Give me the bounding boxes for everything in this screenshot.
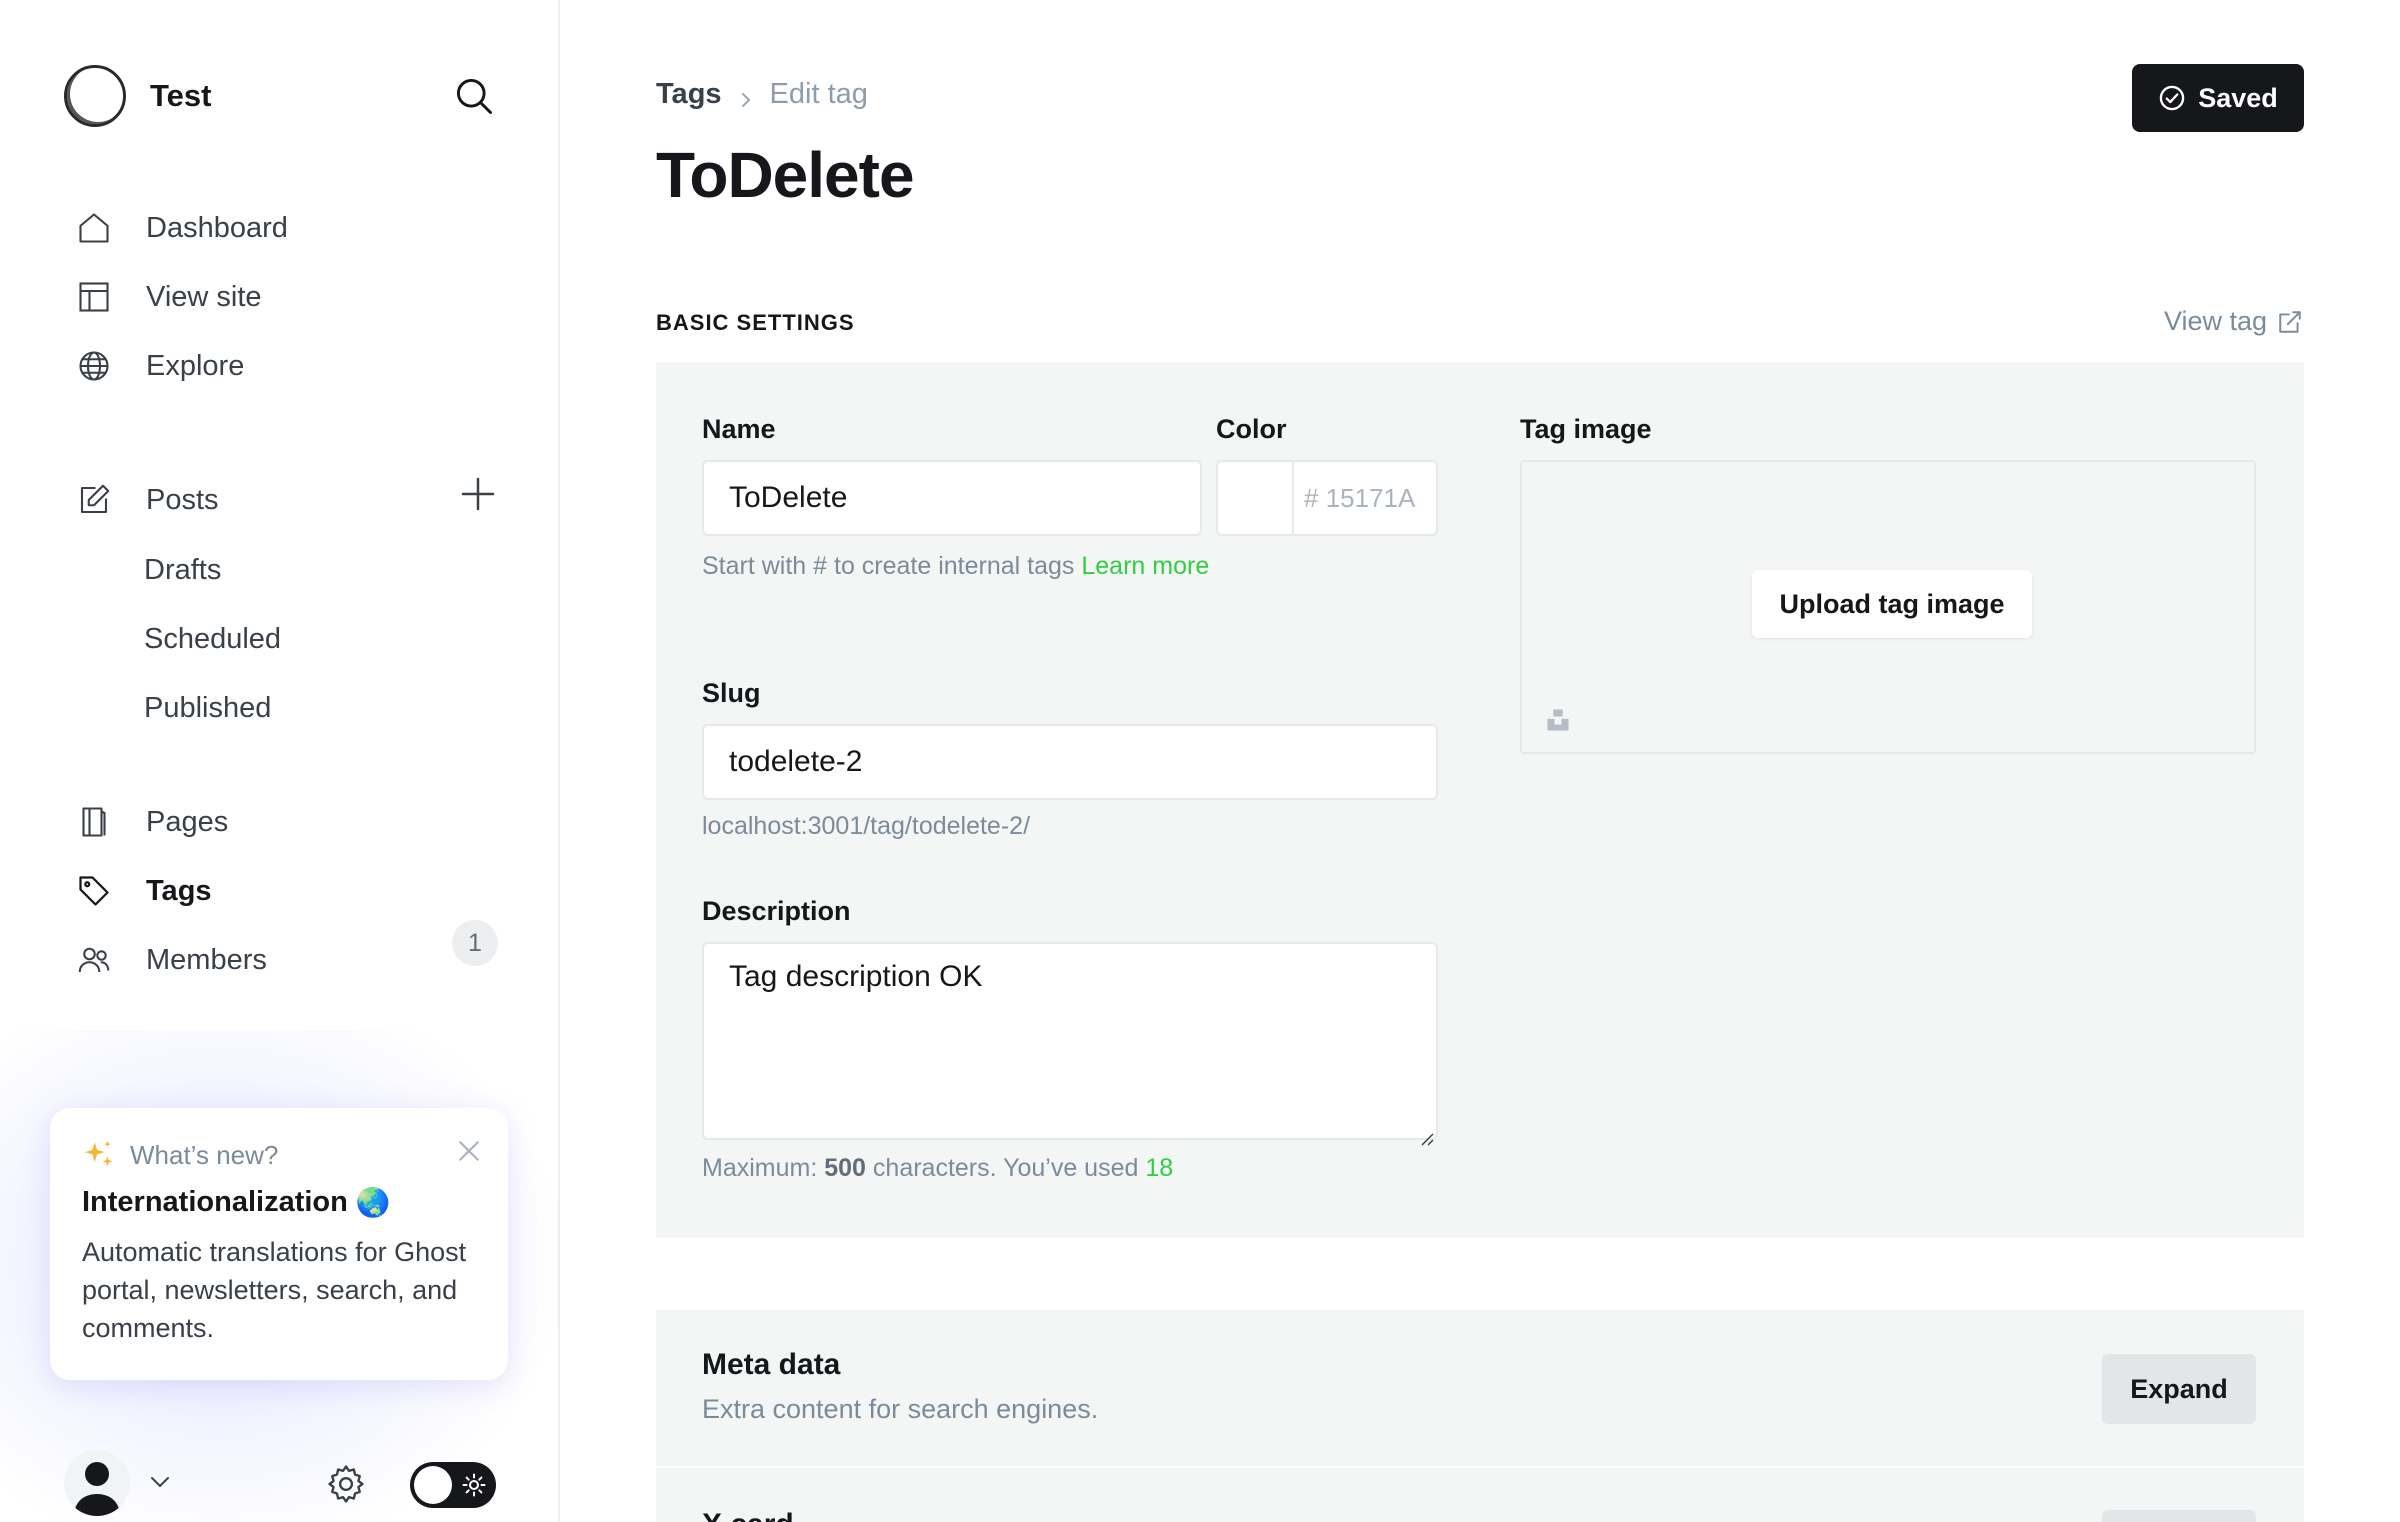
new-post-plus-icon[interactable] bbox=[458, 474, 498, 514]
slug-input[interactable]: todelete-2 bbox=[702, 724, 1438, 800]
breadcrumb: Tags Edit tag bbox=[656, 78, 868, 111]
sparkles-icon bbox=[82, 1138, 116, 1172]
saved-button-label: Saved bbox=[2198, 82, 2278, 113]
sidebar-item-pages[interactable]: Pages bbox=[74, 798, 228, 846]
saved-button[interactable]: Saved bbox=[2132, 64, 2304, 132]
members-count-badge: 1 bbox=[452, 920, 498, 966]
tag-image-label: Tag image bbox=[1520, 414, 1652, 444]
site-brand[interactable]: Test bbox=[64, 64, 211, 128]
tag-icon bbox=[74, 871, 114, 911]
x-card-title: X card bbox=[702, 1508, 794, 1522]
meta-data-card: Meta data Extra content for search engin… bbox=[656, 1310, 2304, 1466]
chevron-down-icon[interactable] bbox=[146, 1472, 174, 1492]
x-card-expand-button[interactable] bbox=[2102, 1510, 2256, 1522]
sidebar-item-label: Tags bbox=[146, 874, 212, 907]
whats-new-label: What’s new? bbox=[130, 1139, 279, 1170]
sidebar-item-published[interactable]: Published bbox=[144, 686, 271, 730]
globe-icon bbox=[74, 346, 114, 386]
toggle-knob bbox=[414, 1466, 452, 1504]
meta-data-expand-button[interactable]: Expand bbox=[2102, 1354, 2256, 1424]
slug-label: Slug bbox=[702, 678, 761, 708]
basic-settings-panel: Name ToDelete Start with # to create int… bbox=[656, 362, 2304, 1238]
meta-data-title: Meta data bbox=[702, 1348, 841, 1381]
learn-more-link[interactable]: Learn more bbox=[1081, 552, 1209, 580]
tag-image-dropzone[interactable]: Upload tag image bbox=[1520, 460, 2256, 754]
breadcrumb-tags-link[interactable]: Tags bbox=[656, 78, 722, 111]
whats-new-card[interactable]: What’s new? Internationalization 🌏 Autom… bbox=[50, 1108, 508, 1380]
x-card-section: X card bbox=[656, 1468, 2304, 1522]
breadcrumb-current: Edit tag bbox=[769, 78, 868, 110]
name-hint: Start with # to create internal tags Lea… bbox=[702, 552, 1210, 580]
main-content: Tags Edit tag ToDelete Saved BASIC SETTI… bbox=[562, 0, 2400, 1522]
section-label-basic-settings: BASIC SETTINGS bbox=[656, 310, 855, 335]
whats-new-body: Automatic translations for Ghost portal,… bbox=[82, 1237, 467, 1343]
description-value: Tag description OK bbox=[729, 960, 983, 993]
page-title: ToDelete bbox=[656, 139, 915, 211]
sidebar-item-label: Posts bbox=[146, 483, 219, 516]
whats-new-title: Internationalization bbox=[82, 1186, 348, 1218]
sidebar-item-view-site[interactable]: View site bbox=[74, 273, 262, 321]
view-tag-link[interactable]: View tag bbox=[2164, 306, 2303, 337]
gear-icon[interactable] bbox=[324, 1462, 368, 1506]
sidebar-item-label: View site bbox=[146, 280, 262, 313]
sidebar-item-label: Explore bbox=[146, 349, 245, 382]
site-name: Test bbox=[150, 78, 212, 113]
sidebar-item-scheduled[interactable]: Scheduled bbox=[144, 617, 281, 661]
external-link-icon bbox=[2277, 309, 2303, 335]
meta-data-subtitle: Extra content for search engines. bbox=[702, 1394, 1099, 1424]
upload-tag-image-button[interactable]: Upload tag image bbox=[1752, 570, 2032, 638]
resize-grip-icon[interactable] bbox=[1418, 1120, 1434, 1146]
sidebar-item-dashboard[interactable]: Dashboard bbox=[74, 204, 288, 252]
name-input[interactable]: ToDelete bbox=[702, 460, 1202, 536]
color-hex-input[interactable]: # 15171A bbox=[1292, 460, 1438, 536]
edit-icon bbox=[74, 480, 114, 520]
sidebar-item-members[interactable]: Members bbox=[74, 936, 267, 984]
sidebar-item-label: Dashboard bbox=[146, 211, 288, 244]
sidebar-item-label: Pages bbox=[146, 805, 229, 838]
check-circle-icon bbox=[2158, 84, 2186, 112]
color-placeholder: 15171A bbox=[1325, 482, 1416, 513]
description-hint: Maximum: 500 characters. You’ve used 18 bbox=[702, 1154, 1174, 1182]
name-label: Name bbox=[702, 414, 776, 444]
sun-icon bbox=[462, 1473, 486, 1497]
description-textarea[interactable]: Tag description OK bbox=[702, 942, 1438, 1146]
sidebar-item-explore[interactable]: Explore bbox=[74, 342, 244, 390]
unsplash-icon[interactable] bbox=[1544, 706, 1572, 734]
chevron-right-icon bbox=[736, 85, 756, 107]
search-icon[interactable] bbox=[452, 74, 496, 118]
layout-icon bbox=[74, 277, 114, 317]
members-icon bbox=[74, 940, 114, 980]
slug-url: localhost:3001/tag/todelete-2/ bbox=[702, 812, 1031, 840]
sidebar: Test Dashboard View site Explore Posts D… bbox=[0, 0, 560, 1522]
sidebar-item-tags[interactable]: Tags bbox=[74, 867, 212, 915]
home-icon bbox=[74, 208, 114, 248]
sidebar-item-posts[interactable]: Posts bbox=[74, 476, 219, 524]
close-icon[interactable] bbox=[456, 1138, 482, 1164]
hash-prefix: # bbox=[1304, 482, 1319, 513]
avatar[interactable] bbox=[64, 1450, 130, 1516]
globe-emoji: 🌏 bbox=[355, 1187, 391, 1218]
color-swatch[interactable] bbox=[1216, 460, 1292, 536]
color-label: Color bbox=[1216, 414, 1287, 444]
site-logo bbox=[64, 65, 126, 127]
theme-toggle[interactable] bbox=[410, 1462, 496, 1508]
sidebar-item-label: Members bbox=[146, 943, 267, 976]
pages-icon bbox=[74, 802, 114, 842]
sidebar-item-drafts[interactable]: Drafts bbox=[144, 548, 221, 592]
description-label: Description bbox=[702, 896, 851, 926]
view-tag-label: View tag bbox=[2164, 306, 2268, 336]
